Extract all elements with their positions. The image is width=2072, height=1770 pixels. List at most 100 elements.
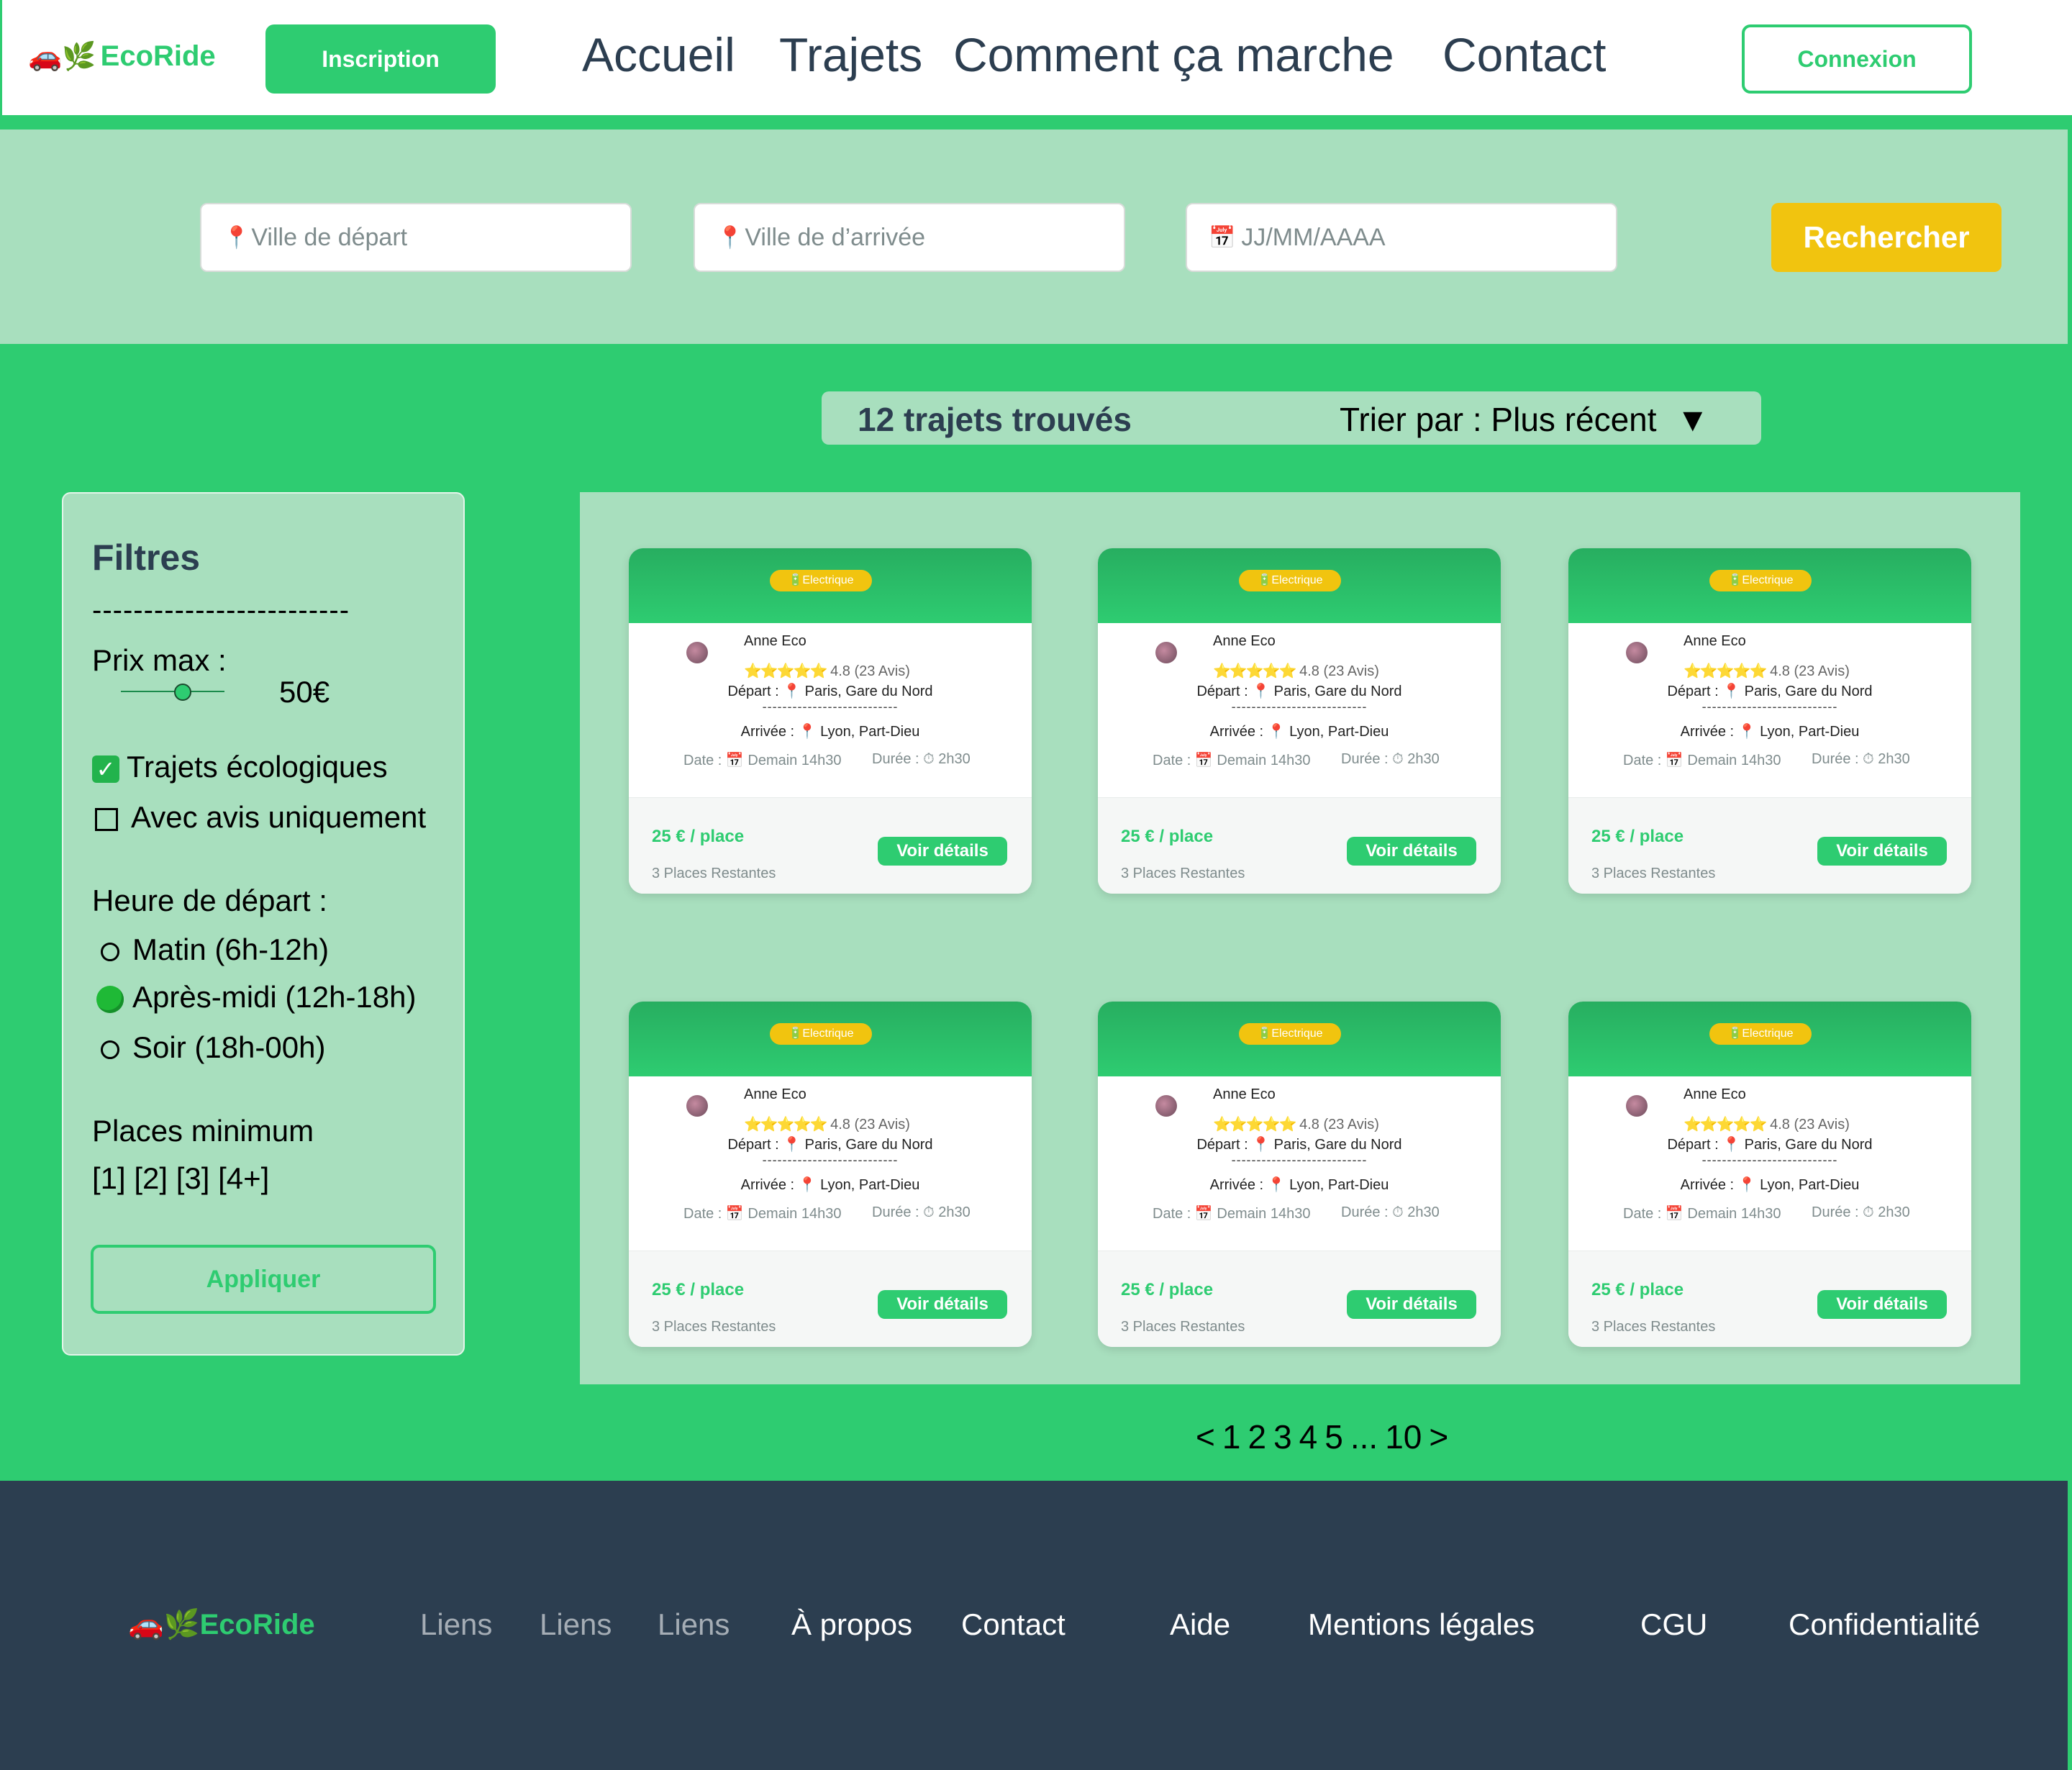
footer-link-terms[interactable]: CGU [1640,1607,1707,1642]
details-button[interactable]: Voir détails [1817,837,1947,866]
search-button[interactable]: Rechercher [1771,203,2001,272]
footer-logo[interactable]: 🚗🌿EcoRide [128,1607,315,1641]
eco-label: Trajets écologiques [127,750,388,784]
footer-link[interactable]: Liens [658,1607,730,1642]
footer-link-legal[interactable]: Mentions légales [1308,1607,1535,1642]
details-button[interactable]: Voir détails [878,1290,1007,1319]
checkbox-checked-icon[interactable]: ✓ [92,755,119,783]
rating-text: 4.8 (23 Avis) [1770,663,1850,679]
price-text: 25 € / place [652,827,745,846]
details-button[interactable]: Voir détails [1817,1290,1947,1319]
calendar-icon: 📅 [1209,225,1236,250]
chevron-down-icon[interactable]: ▼ [1676,400,1709,439]
radio-selected-icon[interactable] [96,985,124,1013]
price-slider[interactable] [121,691,224,692]
price-value: 50€ [279,675,330,709]
apply-button[interactable]: Appliquer [91,1245,436,1314]
nav-contact[interactable]: Contact [1442,27,1606,82]
avatar[interactable] [686,642,708,663]
time-option-label: Après-midi (12h-18h) [132,980,417,1014]
radio-empty-icon[interactable] [101,1040,119,1059]
sort-dropdown[interactable]: Trier par : Plus récent [1340,400,1657,439]
signup-button[interactable]: Inscription [265,24,496,94]
time-option-afternoon[interactable]: Après-midi (12h-18h) [92,980,417,1015]
footer-link-about[interactable]: À propos [791,1607,912,1642]
results-bar: 12 trajets trouvés Trier par : Plus réce… [822,391,1761,445]
seats-text: 3 Places Restantes [1591,1319,1716,1335]
nav-accueil[interactable]: Accueil [582,27,735,82]
time-option-evening[interactable]: Soir (18h-00h) [92,1030,325,1065]
pagination-next[interactable]: > [1429,1417,1448,1456]
date-text: Date : 📅 Demain 14h30 [1623,1206,1781,1222]
details-button[interactable]: Voir détails [1347,837,1476,866]
results-grid: 🔋Electrique Anne Eco ⭐⭐⭐⭐⭐ 4.8 (23 Avis) Dé… [580,492,2020,1384]
trip-card[interactable]: 🔋Electrique Anne Eco ⭐⭐⭐⭐⭐ 4.8 (23 Avis) Dé… [1098,548,1501,894]
departure-text: Départ : 📍 Paris, Gare du Nord [1667,1137,1873,1153]
footer-link-help[interactable]: Aide [1170,1607,1230,1642]
avatar[interactable] [686,1095,708,1117]
pagination-page-4[interactable]: 4 [1299,1417,1318,1456]
avatar[interactable] [1155,1095,1177,1117]
trip-card[interactable]: 🔋Electrique Anne Eco ⭐⭐⭐⭐⭐ 4.8 (23 Avis) Dé… [1568,1002,1971,1347]
pin-icon: 📍 [223,225,250,250]
nav-comment-ca-marche[interactable]: Comment ça marche [953,27,1394,82]
login-button[interactable]: Connexion [1742,24,1972,94]
logo[interactable]: 🚗🌿 EcoRide [28,40,216,73]
reviews-filter[interactable]: Avec avis uniquement [92,800,426,835]
arrival-text: Arrivée : 📍 Lyon, Part-Dieu [1680,1177,1860,1193]
star-rating-icon: ⭐⭐⭐⭐⭐ [1684,663,1768,679]
footer: 🚗🌿EcoRide Liens Liens Liens À propos Con… [0,1481,2068,1770]
pagination-page-10[interactable]: 10 [1385,1417,1422,1456]
date-input[interactable]: 📅 JJ/MM/AAAA [1186,203,1617,272]
footer-link-contact[interactable]: Contact [961,1607,1065,1642]
trip-card[interactable]: 🔋Electrique Anne Eco ⭐⭐⭐⭐⭐ 4.8 (23 Avis) Dé… [1098,1002,1501,1347]
driver-name: Anne Eco [1213,633,1276,649]
pagination-page-5[interactable]: 5 [1324,1417,1343,1456]
trip-card[interactable]: 🔋Electrique Anne Eco ⭐⭐⭐⭐⭐ 4.8 (23 Avis) Dé… [629,548,1032,894]
pagination-prev[interactable]: < [1196,1417,1215,1456]
footer-link[interactable]: Liens [420,1607,492,1642]
rating-text: 4.8 (23 Avis) [1770,1117,1850,1133]
trip-card[interactable]: 🔋Electrique Anne Eco ⭐⭐⭐⭐⭐ 4.8 (23 Avis) Dé… [1568,548,1971,894]
price-text: 25 € / place [1121,1280,1214,1299]
driver-rating: ⭐⭐⭐⭐⭐ 4.8 (23 Avis) [1213,662,1379,680]
footer-link-privacy[interactable]: Confidentialité [1789,1607,1980,1642]
departure-text: Départ : 📍 Paris, Gare du Nord [1196,684,1402,699]
card-header: 🔋Electrique [1098,548,1501,623]
arrival-text: Arrivée : 📍 Lyon, Part-Dieu [740,1177,920,1193]
card-header: 🔋Electrique [1568,1002,1971,1076]
departure-input[interactable]: 📍 Ville de départ [200,203,632,272]
filters-title: Filtres [92,537,201,578]
card-header: 🔋Electrique [629,1002,1032,1076]
date-text: Date : 📅 Demain 14h30 [1153,1206,1311,1222]
time-option-morning[interactable]: Matin (6h-12h) [92,932,329,967]
eco-filter[interactable]: ✓ Trajets écologiques [92,750,388,784]
avatar[interactable] [1626,1095,1648,1117]
checkbox-empty-icon[interactable] [95,807,118,831]
driver-rating: ⭐⭐⭐⭐⭐ 4.8 (23 Avis) [744,1115,910,1133]
route-separator: --------------------------- [1231,1153,1368,1167]
details-button[interactable]: Voir détails [878,837,1007,866]
date-text: Date : 📅 Demain 14h30 [683,753,842,768]
seats-options[interactable]: [1] [2] [3] [4+] [92,1161,269,1196]
price-text: 25 € / place [1121,827,1214,846]
seats-text: 3 Places Restantes [1121,866,1245,881]
avatar[interactable] [1626,642,1648,663]
footer-logo-text: EcoRide [199,1609,315,1640]
date-text: Date : 📅 Demain 14h30 [1623,753,1781,768]
pagination-page-3[interactable]: 3 [1273,1417,1292,1456]
seats-label: Places minimum [92,1114,314,1148]
arrival-text: Arrivée : 📍 Lyon, Part-Dieu [1209,724,1389,740]
driver-name: Anne Eco [1684,1086,1746,1102]
arrival-input[interactable]: 📍 Ville de d’arrivée [694,203,1125,272]
footer-link[interactable]: Liens [540,1607,612,1642]
rating-text: 4.8 (23 Avis) [830,1117,910,1133]
trip-card[interactable]: 🔋Electrique Anne Eco ⭐⭐⭐⭐⭐ 4.8 (23 Avis) Dé… [629,1002,1032,1347]
nav-trajets[interactable]: Trajets [779,27,922,82]
radio-empty-icon[interactable] [101,942,119,961]
avatar[interactable] [1155,642,1177,663]
details-button[interactable]: Voir détails [1347,1290,1476,1319]
price-slider-thumb[interactable] [174,684,192,701]
pagination-page-2[interactable]: 2 [1248,1417,1266,1456]
pagination-page-1[interactable]: 1 [1222,1417,1241,1456]
